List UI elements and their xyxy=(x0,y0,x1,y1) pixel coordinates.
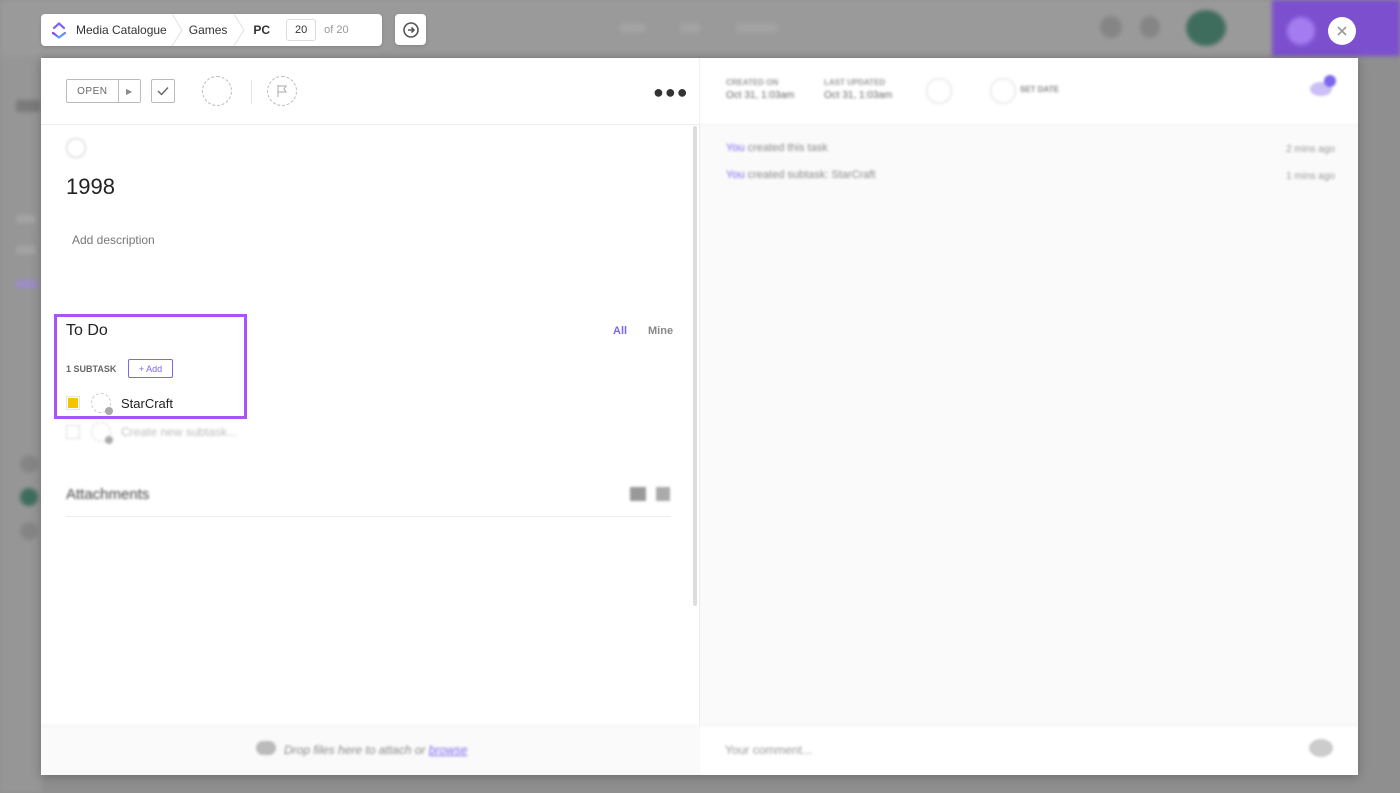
close-icon xyxy=(1337,26,1347,36)
complete-button[interactable] xyxy=(151,79,175,103)
scrollbar[interactable] xyxy=(693,126,697,606)
background-nav-item xyxy=(680,24,700,32)
subtask-assign-icon[interactable] xyxy=(91,393,113,415)
subtask-status-checkbox[interactable] xyxy=(66,396,80,410)
activity-time: 1 mins ago xyxy=(1286,171,1335,182)
browse-link[interactable]: browse xyxy=(429,743,468,757)
status-color-swatch xyxy=(68,398,78,408)
created-label: CREATED ON xyxy=(726,78,779,87)
background-sidebar-icon xyxy=(20,522,38,540)
page-total: of 20 xyxy=(324,24,349,36)
status-label: OPEN xyxy=(77,85,108,97)
task-main-pane: OPEN ▶ ●●● 1998 Add description To Do Al… xyxy=(41,58,699,775)
subtask-name[interactable]: StarCraft xyxy=(121,396,173,411)
calendar-icon[interactable] xyxy=(990,78,1016,104)
background-sidebar-item xyxy=(16,215,36,223)
task-toolbar: OPEN ▶ ●●● xyxy=(41,58,699,125)
set-date-label[interactable]: SET DATE xyxy=(1020,85,1059,94)
share-button[interactable] xyxy=(395,14,426,45)
subtask-count: 1 SUBTASK xyxy=(66,364,117,374)
background-add-icon xyxy=(1287,17,1315,45)
dropzone-label: Drop files here to attach or xyxy=(284,743,426,757)
page-number-input[interactable]: 20 xyxy=(286,19,317,41)
close-modal-button[interactable] xyxy=(1328,17,1356,45)
breadcrumb-folder[interactable]: Games xyxy=(183,14,246,46)
comment-send-icon[interactable] xyxy=(1309,739,1333,757)
checklist-title: To Do xyxy=(66,322,108,339)
background-bell-icon xyxy=(1140,16,1160,38)
activity-pane: CREATED ON Oct 31, 1:03am LAST UPDATED O… xyxy=(699,58,1358,775)
checkmark-icon xyxy=(157,87,169,96)
background-nav-item xyxy=(736,24,778,32)
attachments-divider xyxy=(66,516,671,517)
background-sidebar-icon xyxy=(20,488,38,506)
background-sidebar-item xyxy=(16,246,36,254)
breadcrumb-workspace-label: Media Catalogue xyxy=(76,23,167,37)
background-sidebar-item xyxy=(16,100,40,112)
breadcrumb-workspace[interactable]: Media Catalogue xyxy=(41,14,183,46)
share-icon xyxy=(402,21,419,38)
background-search-icon xyxy=(1100,16,1122,38)
status-button[interactable]: OPEN ▶ xyxy=(66,79,141,103)
add-subtask-button[interactable]: + Add xyxy=(128,359,173,378)
breadcrumb-list[interactable]: PC 20 of 20 xyxy=(245,14,349,46)
task-details-bar: CREATED ON Oct 31, 1:03am LAST UPDATED O… xyxy=(700,58,1358,125)
breadcrumb-list-label: PC xyxy=(253,23,271,37)
activity-item: You created this task xyxy=(726,142,828,154)
more-options-icon[interactable]: ●●● xyxy=(653,82,689,103)
filter-all-tab[interactable]: All xyxy=(613,325,627,337)
dropzone-text: Drop files here to attach or browse xyxy=(284,743,467,757)
updated-label: LAST UPDATED xyxy=(824,78,886,87)
toolbar-divider xyxy=(251,80,252,104)
add-assignee-icon xyxy=(105,436,113,444)
task-title[interactable]: 1998 xyxy=(66,174,115,200)
activity-time: 2 mins ago xyxy=(1286,144,1335,155)
attachments-title: Attachments xyxy=(66,486,150,503)
task-modal: OPEN ▶ ●●● 1998 Add description To Do Al… xyxy=(41,58,1358,775)
activity-user[interactable]: You xyxy=(726,169,745,181)
upload-cloud-icon xyxy=(256,741,276,755)
comment-input[interactable]: Your comment... xyxy=(725,743,812,757)
priority-flag-icon[interactable] xyxy=(267,76,297,106)
flag-icon xyxy=(277,85,287,97)
comment-box[interactable]: Your comment... xyxy=(699,725,1358,775)
list-view-icon[interactable] xyxy=(656,487,670,501)
status-next-arrow-icon[interactable]: ▶ xyxy=(117,79,140,103)
activity-user[interactable]: You xyxy=(726,142,745,154)
breadcrumb-folder-label: Games xyxy=(188,23,228,37)
background-nav-item xyxy=(620,24,646,32)
background-sidebar-icon xyxy=(20,455,38,473)
grid-view-icon[interactable] xyxy=(630,487,646,501)
watchers-badge xyxy=(1324,75,1336,87)
activity-text: created subtask: StarCraft xyxy=(747,169,876,181)
breadcrumb-separator-icon xyxy=(233,14,246,46)
background-avatar xyxy=(1186,10,1226,46)
subtask-row[interactable]: StarCraft xyxy=(66,392,173,415)
breadcrumb-separator-icon xyxy=(171,14,183,46)
background-sidebar-item xyxy=(16,280,38,288)
attachment-dropzone[interactable]: Drop files here to attach or browse xyxy=(41,725,699,775)
new-subtask-input[interactable]: Create new subtask... xyxy=(121,425,237,439)
assignees-icon[interactable] xyxy=(202,76,232,106)
new-subtask-checkbox xyxy=(66,425,80,439)
tag-icon[interactable] xyxy=(66,138,86,158)
timer-icon[interactable] xyxy=(926,78,952,104)
new-subtask-assign-icon[interactable] xyxy=(91,422,113,444)
description-field[interactable]: Add description xyxy=(72,233,155,247)
updated-value: Oct 31, 1:03am xyxy=(824,90,893,101)
activity-text: created this task xyxy=(747,142,828,154)
activity-item: You created subtask: StarCraft xyxy=(726,169,875,181)
clickup-logo-icon xyxy=(51,22,67,39)
add-assignee-icon xyxy=(105,407,113,415)
breadcrumb: Media Catalogue Games PC 20 of 20 xyxy=(41,14,382,46)
created-value: Oct 31, 1:03am xyxy=(726,90,795,101)
new-subtask-row[interactable]: Create new subtask... xyxy=(66,421,237,444)
background-sidebar xyxy=(0,56,42,793)
filter-mine-tab[interactable]: Mine xyxy=(648,325,673,337)
